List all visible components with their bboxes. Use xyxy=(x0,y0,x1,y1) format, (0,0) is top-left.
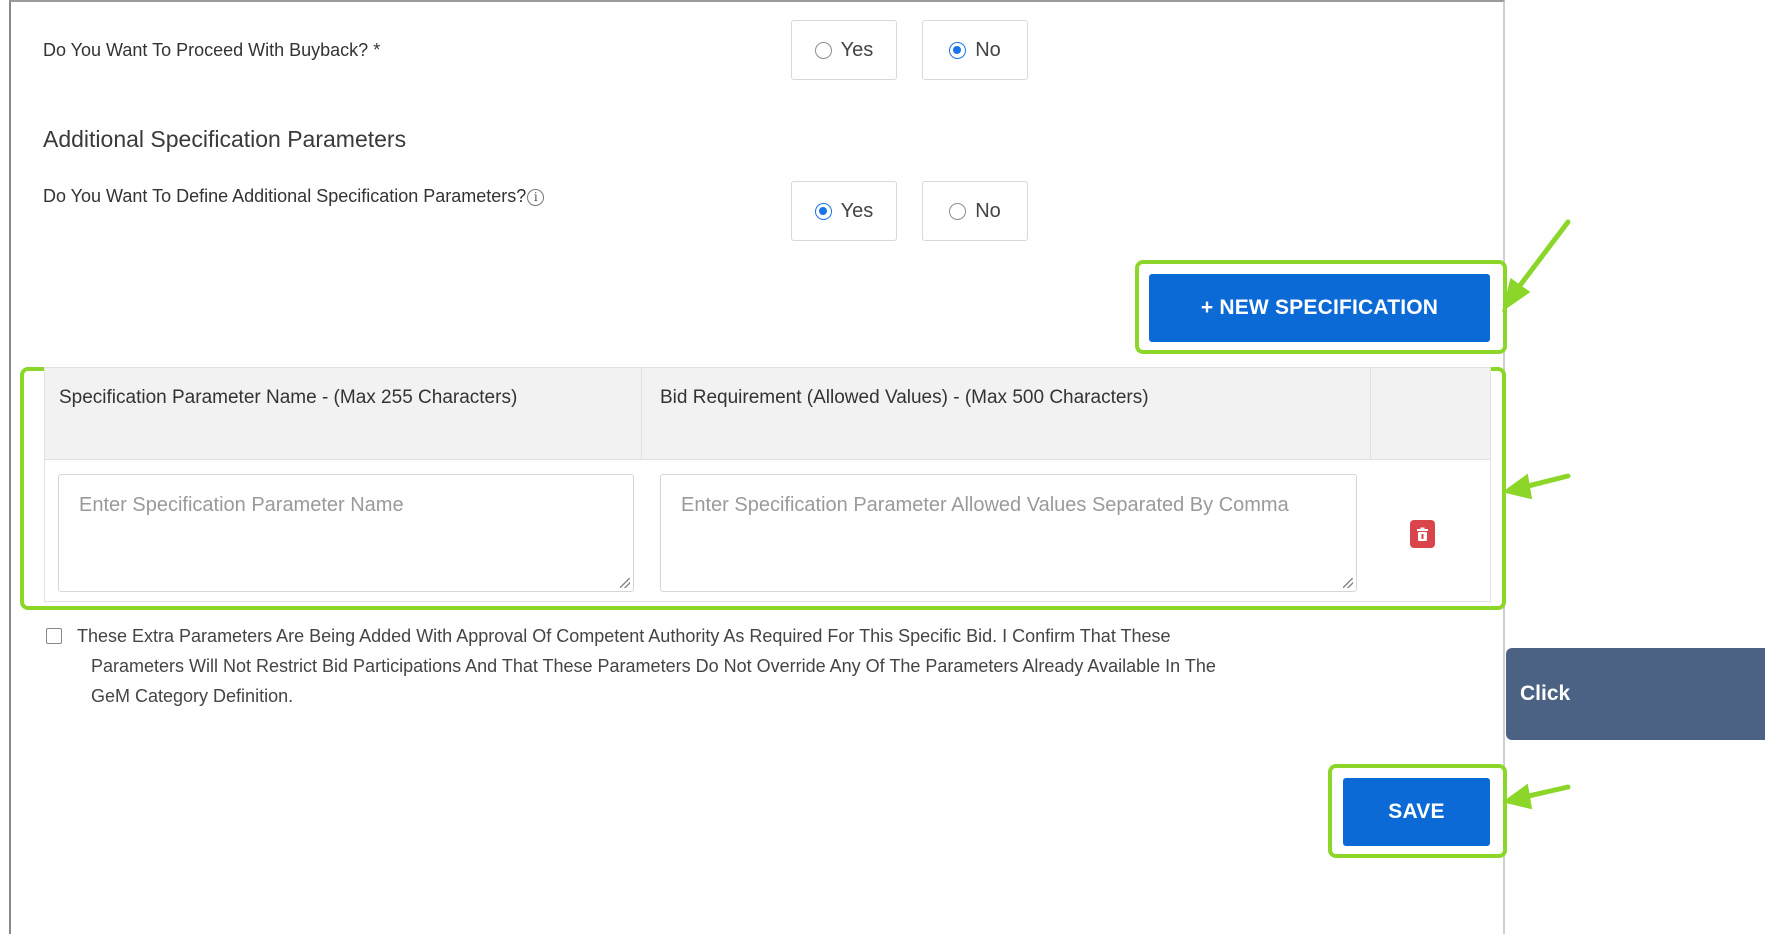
tooltip-text: Click xyxy=(1520,682,1571,705)
info-circle-icon[interactable]: i xyxy=(527,189,545,206)
resize-grip-icon[interactable] xyxy=(620,578,630,588)
allowed-values-textarea[interactable]: Enter Specification Parameter Allowed Va… xyxy=(660,474,1357,592)
save-button[interactable]: SAVE xyxy=(1343,778,1490,846)
resize-grip-icon[interactable] xyxy=(1343,578,1353,588)
table-header: Specification Parameter Name - (Max 255 … xyxy=(45,368,1490,460)
allowed-values-placeholder: Enter Specification Parameter Allowed Va… xyxy=(681,494,1289,516)
trash-icon[interactable] xyxy=(1410,520,1435,548)
section-heading: Additional Specification Parameters xyxy=(43,126,407,152)
declaration-line-1: These Extra Parameters Are Being Added W… xyxy=(77,626,1171,646)
header-divider xyxy=(641,368,642,460)
right-margin xyxy=(1505,0,1765,934)
additional-yes-label: Yes xyxy=(840,199,874,222)
buyback-no-option[interactable]: No xyxy=(922,20,1028,80)
additional-no-label: No xyxy=(975,199,1001,222)
buyback-no-label: No xyxy=(975,38,1001,61)
radio-selected-icon xyxy=(814,202,832,220)
declaration-checkbox[interactable] xyxy=(46,628,62,644)
declaration-line-2: Parameters Will Not Restrict Bid Partici… xyxy=(91,656,1216,676)
additional-yes-option[interactable]: Yes xyxy=(791,181,897,241)
additional-question-label: Do You Want To Define Additional Specifi… xyxy=(43,186,545,207)
buyback-yes-option[interactable]: Yes xyxy=(791,20,897,80)
buyback-question-label: Do You Want To Proceed With Buyback? * xyxy=(43,40,381,60)
additional-question-text: Do You Want To Define Additional Specifi… xyxy=(43,186,527,206)
buyback-yes-label: Yes xyxy=(840,38,874,61)
additional-no-option[interactable]: No xyxy=(922,181,1028,241)
radio-icon xyxy=(949,202,967,220)
specification-table: Specification Parameter Name - (Max 255 … xyxy=(44,367,1491,602)
trash-glyph xyxy=(1417,527,1428,541)
header-divider xyxy=(1370,368,1371,460)
declaration-text: These Extra Parameters Are Being Added W… xyxy=(77,621,1492,711)
header-param-name: Specification Parameter Name - (Max 255 … xyxy=(59,387,518,408)
radio-icon xyxy=(814,41,832,59)
instruction-tooltip: Click xyxy=(1506,648,1765,740)
declaration-line-3: GeM Category Definition. xyxy=(91,686,294,706)
radio-selected-icon xyxy=(949,41,967,59)
param-name-textarea[interactable]: Enter Specification Parameter Name xyxy=(58,474,634,592)
header-allowed-values: Bid Requirement (Allowed Values) - (Max … xyxy=(660,387,1149,408)
param-name-placeholder: Enter Specification Parameter Name xyxy=(79,494,404,516)
new-specification-button[interactable]: + NEW SPECIFICATION xyxy=(1149,274,1490,342)
